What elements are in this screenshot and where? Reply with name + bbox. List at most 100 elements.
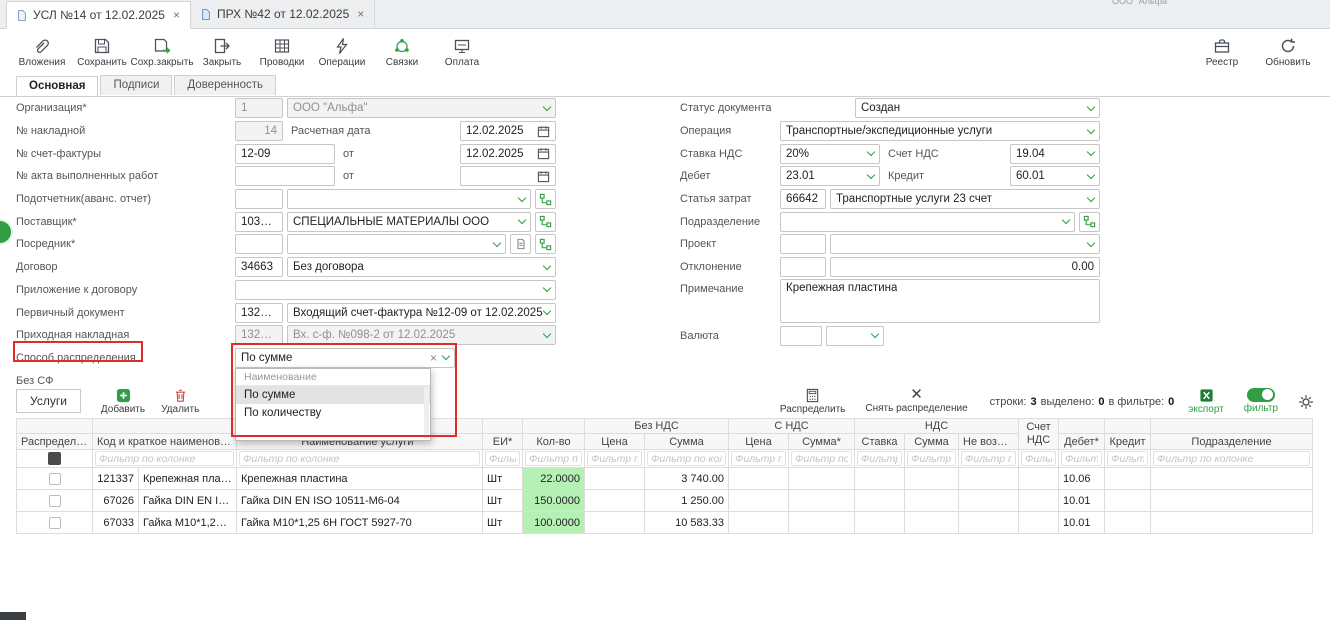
vat-account-select[interactable]: 19.04 [1010,144,1100,164]
price-vat-cell[interactable] [729,490,789,512]
filter-debit-input[interactable] [1061,451,1102,466]
sum-vat-cell[interactable] [789,490,855,512]
vat-rate-cell[interactable] [855,490,905,512]
code-cell[interactable]: 67033 [93,512,139,534]
gear-icon[interactable] [1298,394,1314,413]
row-checkbox[interactable] [49,517,61,529]
filter-qty-input[interactable] [525,451,582,466]
col-unit[interactable]: ЕИ* [483,434,523,450]
vat-nonrefund-cell[interactable] [959,468,1019,490]
project-code-field[interactable] [780,234,826,254]
mediator-select[interactable] [287,234,506,254]
tree-select-button[interactable] [535,212,556,232]
scrollbar[interactable] [424,387,429,439]
col-credit[interactable]: Кредит [1105,434,1151,450]
refresh-button[interactable]: Обновить [1258,37,1318,68]
department-cell[interactable] [1151,468,1313,490]
short-name-cell[interactable]: Гайка DIN EN ISO 10... [139,490,237,512]
department-cell[interactable] [1151,490,1313,512]
vat-account-cell[interactable] [1019,490,1059,512]
operations-button[interactable]: Операции [312,37,372,68]
save-close-button[interactable]: Сохр.закрыть [132,37,192,68]
vat-sum-cell[interactable] [905,468,959,490]
primary-doc-select[interactable]: Входящий счет-фактура №12-09 от 12.02.20… [287,303,556,323]
filter-toggle[interactable]: фильтр [1244,388,1278,414]
credit-cell[interactable] [1105,490,1151,512]
attachments-button[interactable]: Вложения [12,37,72,68]
vat-rate-cell[interactable] [855,512,905,534]
facture-number-field[interactable]: 12-09 [235,144,335,164]
service-name-cell[interactable]: Гайка М10*1,25 6Н ГОСТ 5927-70 [237,512,483,534]
close-icon[interactable]: × [173,8,180,22]
credit-cell[interactable] [1105,512,1151,534]
vat-nonrefund-cell[interactable] [959,512,1019,534]
debit-cell[interactable]: 10.01 [1059,512,1105,534]
close-icon[interactable]: × [357,7,364,21]
sum-no-vat-cell[interactable]: 3 740.00 [645,468,729,490]
qty-cell[interactable]: 100.0000 [523,512,585,534]
settlement-date-field[interactable]: 12.02.2025 [460,121,556,141]
doc-tab-usl[interactable]: УСЛ №14 от 12.02.2025 × [6,1,191,29]
filter-department-input[interactable] [1153,451,1310,466]
col-sum-vat[interactable]: Сумма* [789,434,855,450]
code-cell[interactable]: 121337 [93,468,139,490]
col-vat-nonrefund[interactable]: Не возмещ. [959,434,1019,450]
status-select[interactable]: Создан [855,98,1100,118]
tree-select-button[interactable] [535,189,556,209]
receipt-note-code-field[interactable]: 132747 [235,325,283,345]
export-excel-button[interactable]: экспорт [1188,388,1224,415]
registry-button[interactable]: Реестр [1192,37,1252,68]
operation-select[interactable]: Транспортные/экспедиционные услуги [780,121,1100,141]
clear-icon[interactable]: × [430,352,437,364]
col-department[interactable]: Подразделение [1151,434,1313,450]
tree-select-button[interactable] [1079,212,1100,232]
act-date-field[interactable] [460,166,556,186]
price-no-vat-cell[interactable] [585,490,645,512]
note-textarea[interactable]: Крепежная пластина [780,279,1100,323]
supplier-select[interactable]: СПЕЦИАЛЬНЫЕ МАТЕРИАЛЫ ООО [287,212,531,232]
service-name-cell[interactable]: Гайка DIN EN ISO 10511-М6-04 [237,490,483,512]
save-button[interactable]: Сохранить [72,37,132,68]
contract-select[interactable]: Без договора [287,257,556,277]
sum-vat-cell[interactable] [789,468,855,490]
col-debit[interactable]: Дебет* [1059,434,1105,450]
tab-signatures[interactable]: Подписи [100,75,172,95]
qty-cell[interactable]: 22.0000 [523,468,585,490]
toggle-on[interactable] [1247,388,1275,402]
organization-select[interactable]: ООО "Альфа" [287,98,556,118]
debit-select[interactable]: 23.01 [780,166,880,186]
table-row[interactable]: 67026 Гайка DIN EN ISO 10... Гайка DIN E… [17,490,1313,512]
tab-poa[interactable]: Доверенность [174,75,276,95]
remove-distribution-button[interactable]: ✕ Снять распределение [865,388,967,414]
col-sum-no-vat[interactable]: Сумма [645,434,729,450]
debit-cell[interactable]: 10.06 [1059,468,1105,490]
filter-sum2-input[interactable] [791,451,852,466]
filter-service-input[interactable] [239,451,480,466]
accountable-select[interactable] [287,189,531,209]
cost-item-select[interactable]: Транспортные услуги 23 счет [830,189,1100,209]
col-price-vat[interactable]: Цена [729,434,789,450]
filter-unit-input[interactable] [485,451,520,466]
col-distributed[interactable]: Распределено [17,434,93,450]
col-price-no-vat[interactable]: Цена [585,434,645,450]
vat-account-cell[interactable] [1019,468,1059,490]
act-number-field[interactable] [235,166,335,186]
col-code-name[interactable]: Код и краткое наименование [93,434,237,450]
filter-price1-input[interactable] [587,451,642,466]
primary-doc-code-field[interactable]: 132754 [235,303,283,323]
qty-cell[interactable]: 150.0000 [523,490,585,512]
contract-annex-select[interactable] [235,280,556,300]
deviation-code-field[interactable] [780,257,826,277]
price-no-vat-cell[interactable] [585,512,645,534]
unit-cell[interactable]: Шт [483,512,523,534]
postings-button[interactable]: Проводки [252,37,312,68]
accountable-code-field[interactable] [235,189,283,209]
links-button[interactable]: Связки [372,37,432,68]
organization-code-field[interactable]: 1 [235,98,283,118]
deviation-field[interactable]: 0.00 [830,257,1100,277]
filter-credit-input[interactable] [1107,451,1148,466]
vat-rate-select[interactable]: 20% [780,144,880,164]
filter-sum1-input[interactable] [647,451,726,466]
sum-vat-cell[interactable] [789,512,855,534]
project-select[interactable] [830,234,1100,254]
